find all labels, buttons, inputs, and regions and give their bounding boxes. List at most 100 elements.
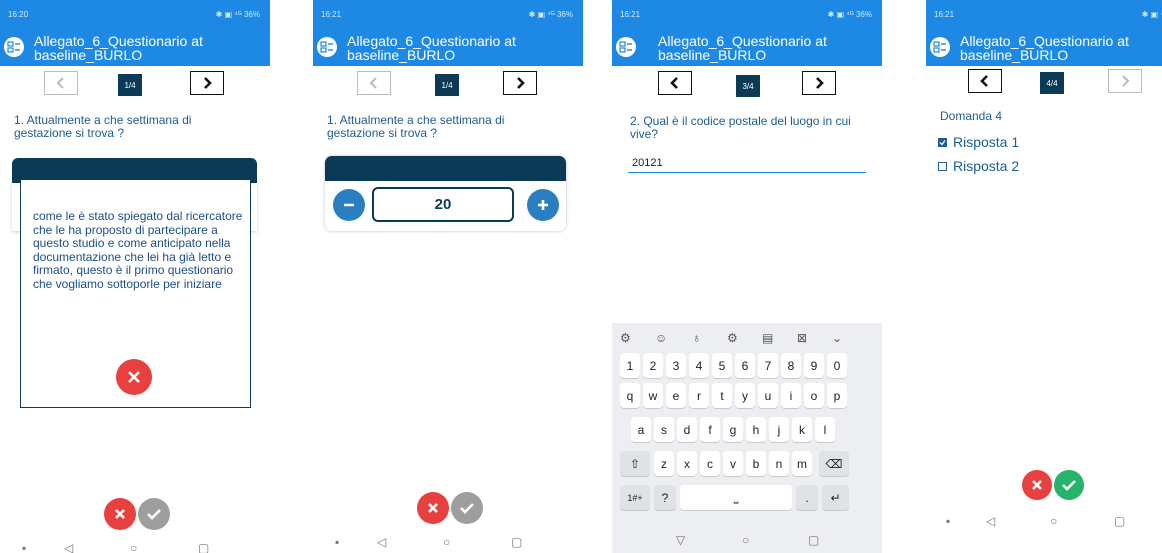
close-popup-button[interactable] [116,359,152,395]
key[interactable]: p [827,383,847,408]
recent-apps-button[interactable]: ▪ [335,535,339,549]
confirm-button[interactable] [138,498,170,530]
key[interactable]: c [700,451,720,476]
key[interactable]: t [712,383,732,408]
key[interactable]: 4 [689,353,709,378]
check-icon [460,503,474,514]
key[interactable]: k [792,417,812,442]
recent-apps-button[interactable]: ▪ [22,541,26,553]
key[interactable]: i [781,383,801,408]
backspace-key[interactable]: ⌫ [819,451,849,476]
settings-icon[interactable]: ⚙ [727,331,738,345]
clipboard-icon[interactable]: ▤ [762,331,773,345]
next-page-button[interactable] [190,71,224,95]
previous-page-button[interactable] [44,71,78,95]
key[interactable]: m [792,451,812,476]
answer-option-1[interactable]: Risposta 1 [938,134,1019,150]
key[interactable]: l [815,417,835,442]
page-navigation: 4/4 [926,69,1162,99]
previous-page-button[interactable] [968,69,1002,93]
key[interactable]: a [631,417,651,442]
key[interactable]: s [654,417,674,442]
status-bar: 16:21 ✱ ▣ ⁴ᴳ 36% [926,0,1162,28]
key[interactable]: b [746,451,766,476]
key[interactable]: o [804,383,824,408]
question-key[interactable]: ? [654,485,676,510]
letter-row-1: q w e r t y u i o p [612,383,882,409]
key[interactable]: 0 [827,353,847,378]
swiftkey-icon[interactable]: ⚙ [620,331,631,345]
shift-key[interactable]: ⇧ [620,451,650,476]
key[interactable]: 7 [758,353,778,378]
app-form-icon [616,37,636,57]
key[interactable]: 5 [712,353,732,378]
key[interactable]: x [677,451,697,476]
mic-icon[interactable]: ♁ [692,331,701,345]
decrement-button[interactable] [333,189,365,221]
back-nav-button[interactable]: ◁ [986,514,995,528]
key[interactable]: 2 [643,353,663,378]
key[interactable]: 3 [666,353,686,378]
key[interactable]: j [769,417,789,442]
cancel-button[interactable] [104,498,136,530]
key[interactable]: z [654,451,674,476]
key[interactable]: w [643,383,663,408]
overview-nav-button[interactable]: ▢ [808,533,819,547]
overview-nav-button[interactable]: ▢ [198,541,209,553]
key[interactable]: f [700,417,720,442]
key[interactable]: n [769,451,789,476]
key[interactable]: 8 [781,353,801,378]
previous-page-button[interactable] [658,71,692,95]
cancel-button[interactable] [417,492,449,524]
home-nav-button[interactable]: ○ [1050,514,1057,528]
overview-nav-button[interactable]: ▢ [1114,514,1125,528]
stepper-value[interactable]: 20 [372,187,514,222]
space-key[interactable]: ⎵ [680,485,792,510]
cancel-button[interactable] [1022,470,1052,500]
enter-key[interactable]: ↵ [822,485,849,510]
recent-apps-button[interactable]: ▪ [946,514,950,528]
key[interactable]: r [689,383,709,408]
previous-page-button[interactable] [357,71,391,95]
period-key[interactable]: . [796,485,818,510]
key[interactable]: e [666,383,686,408]
back-nav-button[interactable]: ◁ [64,541,73,553]
bottom-row: 1#+ ? ⎵ . ↵ [612,485,882,511]
check-icon [1062,480,1076,491]
home-nav-button[interactable]: ○ [443,535,450,549]
answer-option-2[interactable]: Risposta 2 [938,158,1019,174]
key[interactable]: 9 [804,353,824,378]
chevron-down-icon[interactable]: ⌄ [832,331,842,345]
key[interactable]: v [723,451,743,476]
key[interactable]: h [746,417,766,442]
postal-code-input[interactable]: 20121 [632,157,663,169]
next-page-button[interactable] [1108,69,1142,93]
next-page-button[interactable] [503,71,537,95]
app-form-icon [930,37,950,57]
status-bar: 16:20 ✱ ▣ ⁴ᴳ 36% [0,0,270,28]
emoji-icon[interactable]: ☺ [655,331,667,345]
system-navigation: ▽ ○ ▢ [612,531,882,553]
home-nav-button[interactable]: ○ [742,533,749,547]
chevron-right-icon [816,77,824,89]
key[interactable]: u [758,383,778,408]
back-nav-button[interactable]: ▽ [676,533,685,547]
close-icon [128,371,140,383]
overview-nav-button[interactable]: ▢ [511,535,522,549]
question-text: 1. Attualmente a che settimana di gestaz… [327,113,505,140]
key[interactable]: 1 [620,353,640,378]
key[interactable]: 6 [735,353,755,378]
confirm-button[interactable] [451,492,483,524]
key[interactable]: d [677,417,697,442]
back-nav-button[interactable]: ◁ [377,535,386,549]
action-buttons [417,492,483,524]
key[interactable]: g [723,417,743,442]
hide-keyboard-icon[interactable]: ⊠ [797,331,807,345]
home-nav-button[interactable]: ○ [130,541,137,553]
symbols-key[interactable]: 1#+ [620,485,650,510]
next-page-button[interactable] [802,71,836,95]
key[interactable]: y [735,383,755,408]
confirm-button[interactable] [1054,470,1084,500]
key[interactable]: q [620,383,640,408]
increment-button[interactable] [527,189,559,221]
